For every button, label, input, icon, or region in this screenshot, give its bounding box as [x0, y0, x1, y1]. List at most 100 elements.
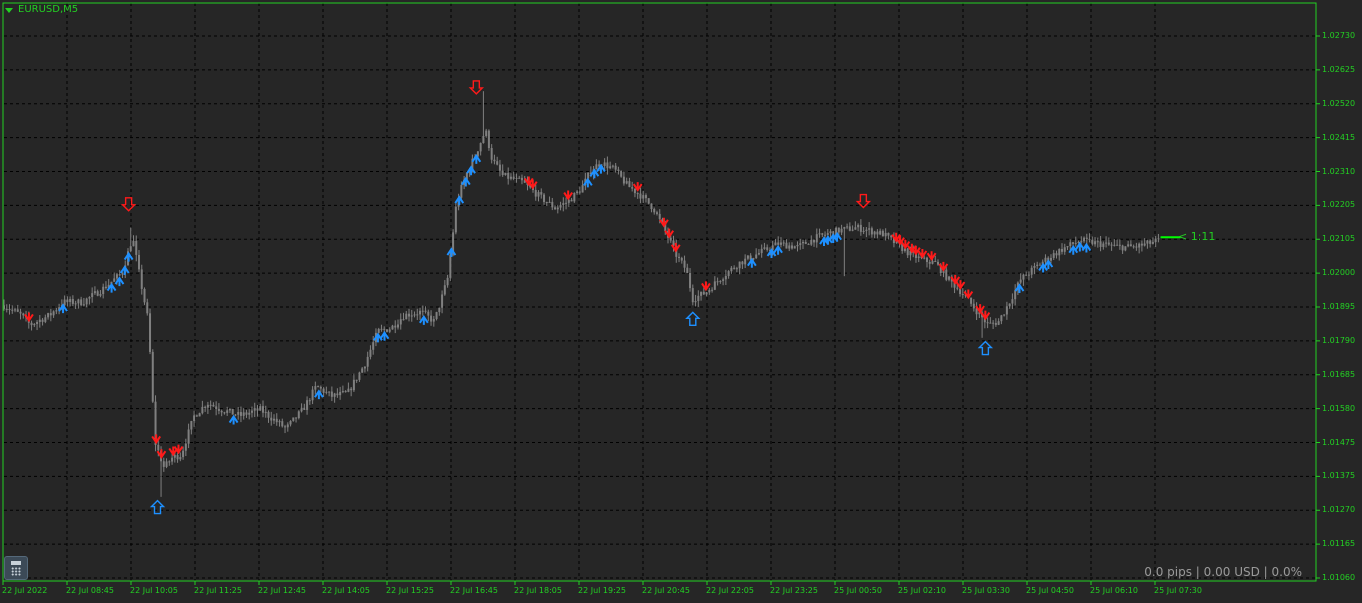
- candle-body: [347, 388, 350, 392]
- candle-body: [292, 417, 295, 421]
- candle-body: [631, 187, 634, 189]
- candle-body: [1083, 237, 1086, 242]
- candle-body: [650, 203, 653, 209]
- candle-body: [270, 417, 273, 421]
- time-tick-label: 22 Jul 22:05: [706, 586, 754, 595]
- time-tick-label: 25 Jul 03:30: [962, 586, 1010, 595]
- candle-body: [388, 329, 391, 332]
- candle-body: [865, 229, 868, 231]
- candle-body: [71, 298, 74, 304]
- candle-body: [741, 261, 744, 265]
- time-tick-label: 22 Jul 08:45: [66, 586, 114, 595]
- candle-body: [300, 407, 303, 412]
- candle-body: [121, 273, 124, 275]
- candle-body: [708, 289, 711, 293]
- candle-body: [366, 356, 369, 367]
- candle-body: [385, 329, 388, 332]
- candle-body: [925, 257, 928, 262]
- symbol-timeframe-label[interactable]: EURUSD,M5: [18, 4, 78, 15]
- candle-body: [826, 233, 829, 235]
- candle-body: [135, 240, 138, 255]
- candle-body: [140, 269, 143, 289]
- candle-body: [1096, 241, 1099, 243]
- candle-body: [212, 404, 215, 407]
- buy-signal-arrow: [314, 389, 324, 400]
- sell-signal-arrow: [659, 217, 669, 228]
- candle-body: [702, 291, 705, 295]
- buy-signal-arrow: [596, 163, 606, 174]
- candle-body: [733, 267, 736, 269]
- candle-body: [934, 261, 937, 263]
- candle-body: [1038, 264, 1041, 266]
- candle-body: [193, 415, 196, 422]
- candle-body: [317, 386, 320, 388]
- candle-body: [501, 170, 504, 176]
- sell-signal-arrow: [917, 248, 928, 259]
- candle-body: [887, 232, 890, 236]
- candle-body: [744, 258, 747, 265]
- price-tick-label: 1.02310: [1322, 166, 1356, 176]
- candle-body: [1157, 238, 1160, 240]
- candle-body: [697, 295, 700, 302]
- candle-body: [848, 226, 851, 231]
- candle-body: [47, 313, 50, 318]
- chevron-down-icon[interactable]: [5, 8, 13, 13]
- candle-body: [587, 172, 590, 179]
- buy-signal-arrow: [446, 247, 457, 258]
- candle-body: [151, 351, 154, 402]
- candle-body: [30, 322, 33, 326]
- candle-body: [807, 243, 810, 245]
- price-tick-label: 1.02000: [1322, 268, 1356, 278]
- candle-body: [1116, 244, 1119, 246]
- candle-body: [617, 169, 620, 171]
- candle-body: [311, 389, 314, 401]
- candle-body: [691, 288, 694, 303]
- candle-body: [201, 406, 204, 414]
- candle-body: [879, 230, 882, 235]
- candle-body: [509, 176, 512, 179]
- time-tick-label: 22 Jul 15:25: [386, 586, 434, 595]
- chart-grid: [2, 3, 1320, 585]
- sell-signal-arrow: [926, 251, 937, 262]
- candle-body: [41, 319, 44, 322]
- candle-body: [1019, 279, 1022, 283]
- candle-body: [1129, 244, 1132, 247]
- candle-body: [680, 257, 683, 261]
- candle-body: [1027, 274, 1030, 276]
- candle-body: [956, 287, 959, 289]
- candle-body: [548, 201, 551, 203]
- candle-body: [449, 254, 452, 278]
- calculator-button[interactable]: [4, 556, 28, 580]
- candle-body: [339, 391, 342, 396]
- candle-body: [1003, 314, 1006, 316]
- candle-body: [1151, 241, 1154, 244]
- candle-body: [846, 226, 849, 228]
- candle-body: [868, 228, 871, 230]
- candle-body: [653, 208, 656, 213]
- candle-body: [421, 310, 424, 312]
- candle-body: [859, 224, 862, 232]
- calculator-icon: [11, 561, 21, 565]
- price-chart[interactable]: [0, 0, 1362, 603]
- major-sell-arrow: [120, 197, 137, 212]
- candle-body: [352, 379, 355, 391]
- candle-body: [534, 189, 537, 197]
- time-tick-label: 22 Jul 2022: [2, 586, 48, 595]
- candle-body: [1055, 253, 1058, 256]
- signal-arrows: [24, 80, 1092, 515]
- price-tick-label: 1.01790: [1322, 335, 1356, 345]
- candle-body: [231, 408, 234, 415]
- price-tick-label: 1.02625: [1322, 64, 1356, 74]
- candle-body: [1143, 243, 1146, 246]
- candle-body: [162, 461, 165, 467]
- candle-body: [306, 400, 309, 410]
- candle-body: [157, 444, 160, 451]
- candle-body: [785, 242, 788, 249]
- candle-body: [355, 379, 358, 381]
- time-tick-label: 25 Jul 04:50: [1026, 586, 1074, 595]
- candle-body: [724, 276, 727, 280]
- candle-body: [209, 404, 212, 406]
- candle-body: [1072, 242, 1075, 244]
- major-buy-arrow: [149, 499, 166, 515]
- candle-body: [1049, 257, 1052, 261]
